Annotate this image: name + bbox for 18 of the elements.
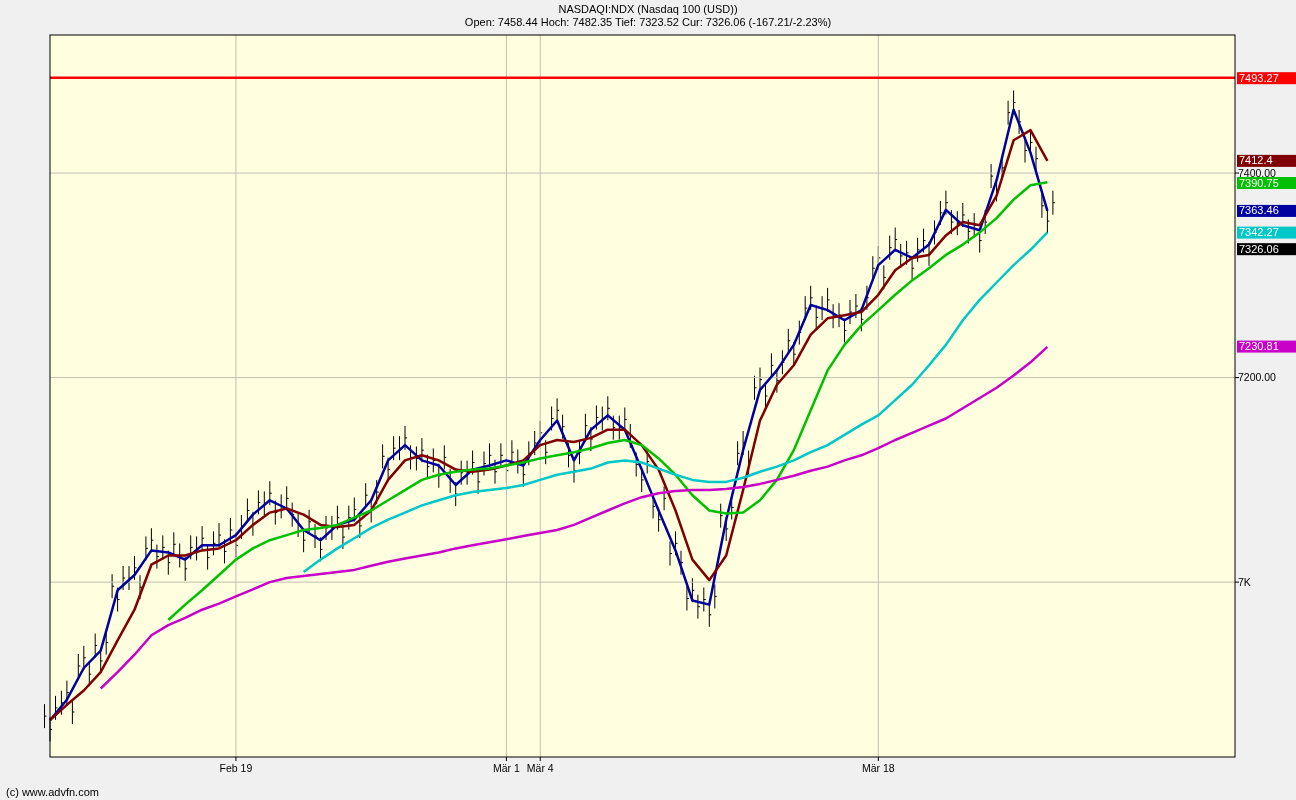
x-axis-label: Mär 1 <box>493 762 520 772</box>
y-axis-label: 7K <box>1238 575 1251 588</box>
value-tag: 7412.4 <box>1237 154 1296 167</box>
x-axis-label: Feb 19 <box>219 762 253 772</box>
value-tag: 7390.75 <box>1237 176 1296 189</box>
value-tag: 7363.46 <box>1237 204 1296 217</box>
value-tag: 7493.27 <box>1237 71 1296 85</box>
value-tag: 7326.06 <box>1237 242 1296 256</box>
y-axis-label: 7200.00 <box>1238 371 1276 384</box>
ref-line-label: 7493.27 <box>1239 71 1279 84</box>
value-tag: 7342.27 <box>1237 226 1296 239</box>
x-axis-label: Mär 18 <box>861 762 895 772</box>
y-axis-label: 7400.00 <box>1238 166 1276 179</box>
chart-title: NASDAQI:NDX (Nasdaq 100 (USD)) <box>558 3 738 16</box>
copyright-text: (c) www.advfn.com <box>6 786 99 798</box>
value-tag: 7230.81 <box>1237 340 1296 353</box>
x-axis-label: Mär 4 <box>526 762 554 772</box>
price-summary: Open: 7458.44 Hoch: 7482.35 Tief: 7323.52 Cur: 7326.06 (-167.21/-2.23%) <box>464 16 832 29</box>
